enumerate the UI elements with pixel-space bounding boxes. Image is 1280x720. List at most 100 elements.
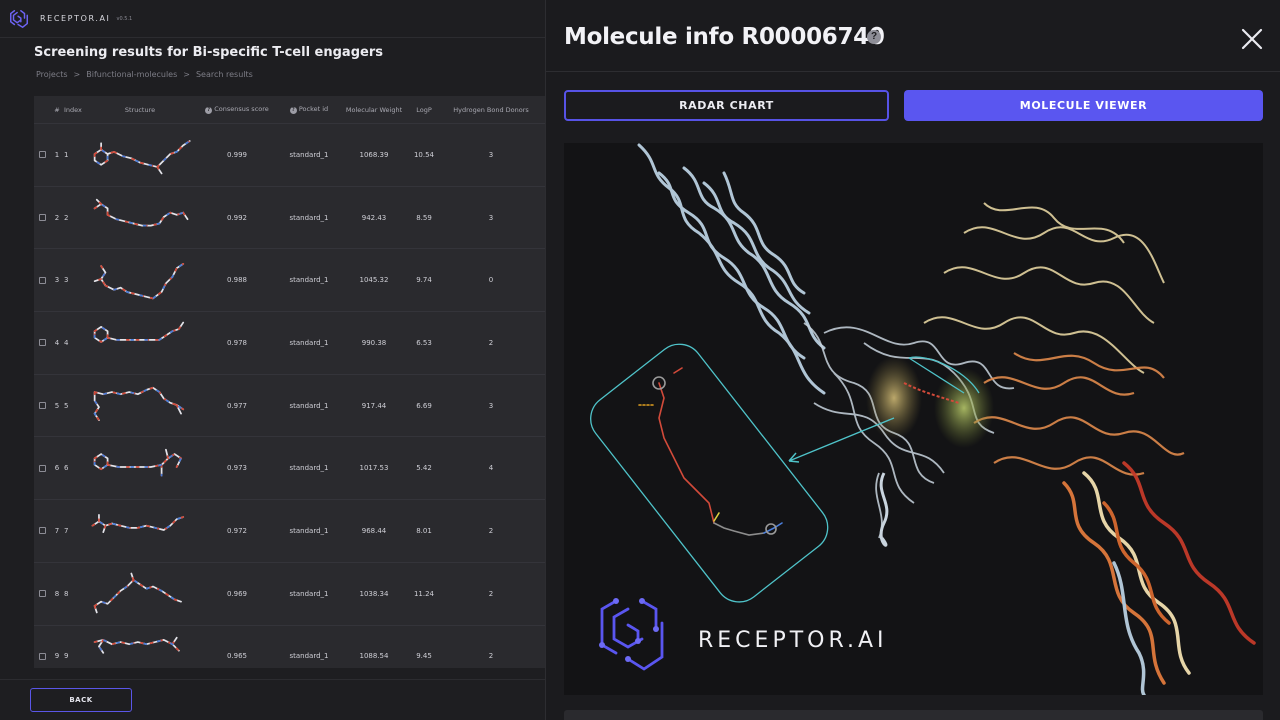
consensus-score: 0.988: [226, 276, 248, 285]
molecule-structure-icon: [93, 386, 185, 421]
row-index: 2: [64, 213, 69, 222]
structure-thumbnail[interactable]: [86, 192, 194, 244]
consensus-score: 0.999: [226, 150, 248, 159]
table-row[interactable]: 9 9 0.965 standard_1 1088.54 9.45 2: [34, 626, 545, 669]
logp: 6.69: [416, 401, 432, 410]
row-checkbox[interactable]: [39, 464, 46, 472]
row-number: 7: [54, 526, 60, 535]
column-consensus-score[interactable]: ? Consensus score: [194, 105, 280, 114]
row-index: 4: [64, 338, 69, 347]
hydrogen-bond-donors: 2: [488, 652, 494, 661]
pocket-id: standard_1: [289, 464, 329, 473]
column-num[interactable]: #: [50, 106, 64, 114]
column-molecular-weight[interactable]: Molecular Weight: [338, 106, 410, 114]
molecular-weight: 917.44: [361, 401, 387, 410]
breadcrumb: Projects > Bifunctional-molecules > Sear…: [36, 70, 253, 79]
logp: 5.42: [416, 464, 432, 473]
row-checkbox[interactable]: [39, 276, 46, 284]
row-checkbox[interactable]: [39, 652, 46, 660]
close-icon[interactable]: [1239, 26, 1265, 52]
help-icon[interactable]: ?: [867, 30, 881, 44]
logp: 9.74: [416, 276, 432, 285]
molecule-structure-icon: [93, 449, 183, 477]
row-number: 9: [54, 652, 60, 661]
hydrogen-bond-donors: 3: [488, 150, 494, 159]
structure-thumbnail[interactable]: [86, 254, 194, 306]
logp: 6.53: [416, 338, 432, 347]
table-header: # Index Structure ? Consensus score ? Pock…: [34, 96, 545, 124]
structure-thumbnail[interactable]: [86, 505, 194, 557]
breadcrumb-separator: >: [183, 70, 190, 79]
column-logp[interactable]: LogP: [410, 106, 438, 114]
breadcrumb-projects[interactable]: Projects: [36, 70, 68, 79]
table-row[interactable]: 5 5 0.977 standard_1 917.44 6.69 3: [34, 375, 545, 438]
molecule-viewer-canvas[interactable]: RECEPTOR.AI: [564, 143, 1263, 695]
brand-name: RECEPTOR.AI: [40, 14, 111, 23]
row-index: 3: [64, 276, 69, 285]
screening-panel: RECEPTOR.AI v0.5.1 Screening results for…: [0, 0, 545, 720]
row-checkbox[interactable]: [39, 214, 46, 222]
hydrogen-bond-donors: 2: [488, 589, 494, 598]
help-icon[interactable]: ?: [289, 107, 297, 114]
row-number: 4: [54, 338, 60, 347]
row-checkbox[interactable]: [39, 527, 46, 535]
table-row[interactable]: 3 3 0.988 standard_1 1045.32 9.74 0: [34, 249, 545, 313]
receptor-logo-icon: [10, 9, 28, 28]
consensus-score: 0.969: [226, 589, 248, 598]
row-index: 5: [64, 401, 69, 410]
column-pocket-id[interactable]: ? Pocket id: [280, 105, 338, 114]
structure-thumbnail[interactable]: [86, 442, 194, 494]
row-checkbox[interactable]: [39, 590, 46, 598]
molecule-structure-icon: [93, 572, 182, 613]
structure-thumbnail[interactable]: [86, 129, 194, 181]
row-index: 1: [64, 150, 69, 159]
table-row[interactable]: 4 4 0.978 standard_1 990.38 6.53 2: [34, 312, 545, 375]
help-icon[interactable]: ?: [205, 107, 213, 114]
column-index[interactable]: Index: [64, 106, 86, 114]
next-section-edge: [564, 710, 1263, 720]
molecular-weight: 968.44: [361, 526, 387, 535]
tab-radar-chart[interactable]: RADAR CHART: [564, 90, 889, 121]
table-row[interactable]: 2 2 0.992 standard_1 942.43 8.59 3: [34, 187, 545, 250]
receptor-logo-icon: [599, 598, 664, 671]
row-index: 6: [64, 464, 69, 473]
molecule-structure-icon: [91, 513, 185, 533]
row-index: 8: [64, 589, 69, 598]
structure-thumbnail[interactable]: [86, 380, 194, 432]
molecule-structure-icon: [93, 140, 191, 175]
row-number: 6: [54, 464, 60, 473]
divider: [546, 71, 1280, 72]
consensus-score: 0.972: [226, 526, 248, 535]
tab-molecule-viewer[interactable]: MOLECULE VIEWER: [904, 90, 1263, 121]
structure-thumbnail[interactable]: [86, 317, 194, 369]
hydrogen-bond-donors: 2: [488, 526, 494, 535]
logp: 8.59: [416, 213, 432, 222]
viewer-brand-name: RECEPTOR.AI: [698, 628, 888, 653]
molecule-structure-icon: [93, 321, 185, 343]
back-button[interactable]: BACK: [30, 688, 132, 712]
table-row[interactable]: 1 1 0.999 standard_1 1068.39 10.54 3: [34, 124, 545, 187]
table-row[interactable]: 6 6 0.973 standard_1 1017.53 5.42 4: [34, 437, 545, 501]
pocket-id: standard_1: [289, 589, 329, 598]
consensus-score: 0.977: [226, 401, 248, 410]
row-checkbox[interactable]: [39, 402, 46, 410]
table-row[interactable]: 7 7 0.972 standard_1 968.44 8.01 2: [34, 500, 545, 563]
structure-thumbnail[interactable]: [86, 568, 194, 620]
table-body: 1 1 0.999 standard_1 1068.39 10.54 3 2 2 0.992 sta…: [34, 124, 545, 668]
row-checkbox[interactable]: [39, 151, 46, 159]
structure-thumbnail[interactable]: [86, 630, 194, 668]
pocket-id: standard_1: [289, 213, 329, 222]
molecular-weight: 1017.53: [359, 464, 389, 473]
column-consensus-score-label: Consensus score: [214, 105, 269, 113]
logp: 9.45: [416, 652, 432, 661]
molecular-weight: 990.38: [361, 338, 387, 347]
molecular-weight: 1068.39: [359, 150, 389, 159]
breadcrumb-bifunctional[interactable]: Bifunctional-molecules: [86, 70, 177, 79]
row-index: 9: [64, 652, 69, 661]
results-table: # Index Structure ? Consensus score ? Pock…: [34, 96, 545, 668]
table-row[interactable]: 8 8 0.969 standard_1 1038.34 11.24 2: [34, 563, 545, 626]
pocket-id: standard_1: [289, 652, 329, 661]
column-hydrogen-bond-donors[interactable]: Hydrogen Bond Donors: [438, 106, 544, 114]
logp: 11.24: [413, 589, 435, 598]
row-checkbox[interactable]: [39, 339, 46, 347]
